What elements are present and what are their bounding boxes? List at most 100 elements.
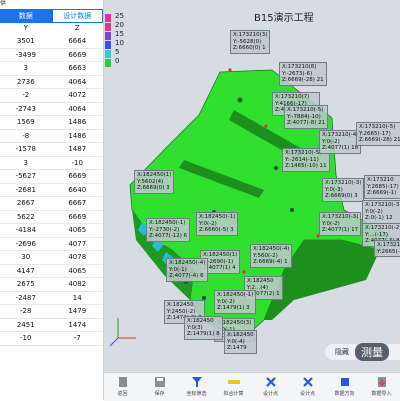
table-row[interactable]: -2696 4077 (0, 238, 103, 251)
tab-design-data[interactable]: 设计数据 (51, 9, 103, 23)
cell-z: 4064 (68, 104, 87, 113)
toolbar-item-data-direction[interactable]: 数据方向 (326, 373, 363, 401)
legend-swatch (105, 41, 111, 49)
cell-y: -28 (20, 307, 32, 315)
legend-swatch (105, 23, 111, 31)
marker-point[interactable] (242, 270, 246, 274)
measure-button[interactable]: 测量 (355, 343, 389, 361)
import-icon (377, 377, 386, 387)
cell-y: 2451 (16, 320, 35, 329)
column-header-y: Y (23, 24, 28, 32)
table-row[interactable]: -3499 6669 (0, 49, 103, 62)
cell-y: 4147 (16, 266, 35, 275)
hole (274, 166, 278, 170)
cell-y: -2487 (15, 293, 36, 302)
coordinate-label[interactable]: X:173210(3) Y:-5628(0) Z:6660(0) 1 (230, 30, 271, 54)
toolbar-label: 拟合计算 (223, 391, 244, 397)
toolbar-label: 设计点 (262, 391, 278, 397)
coordinate-label[interactable]: X:182450(-1) Y:-2730(-2) Z:4077(-12) 6 (146, 218, 191, 242)
legend-label: 10 (115, 39, 124, 47)
table-row[interactable]: 3 -10 (0, 157, 103, 170)
table-row[interactable]: -2 4072 (0, 89, 103, 103)
coordinate-label[interactable]: X:182450(-1) Y:0(-2) Z:6660(-5) 3 (196, 212, 239, 236)
cell-y: 2736 (16, 77, 35, 86)
coordinate-label[interactable]: X:182450(1) Y:5602(4) Z:6669(0) 3 (134, 170, 175, 194)
table-row[interactable]: 2736 4064 (0, 76, 103, 89)
table-row[interactable]: 4147 4065 (0, 265, 103, 278)
coordinate-label[interactable]: X:173210 Y:2685(-17) Z:6669(-1) (364, 175, 400, 199)
table-row[interactable]: -5627 6669 (0, 170, 103, 184)
legend-swatch (105, 50, 111, 58)
cell-y: 2675 (16, 280, 35, 288)
table-row[interactable]: 3501 6664 (0, 35, 103, 49)
coordinate-label[interactable]: X:173210 Y:2665(-1) (374, 240, 400, 257)
toolbar-label: 设计点 (299, 391, 315, 397)
coordinate-label[interactable]: X:182450(-1) Y:0(-2) Z:1479(1) 3 (214, 290, 257, 314)
cell-y: -2681 (15, 185, 36, 194)
toolbar-item-back[interactable]: 返回 (104, 373, 141, 401)
coordinate-label[interactable]: X:173210(-3) Y:0(-2) Z:4077(1) 17 (319, 212, 362, 236)
table-row[interactable]: 2675 4082 (0, 278, 103, 292)
coordinate-label[interactable]: X:182450 Y:0(3) Z:1479(1) 8 (184, 316, 223, 340)
toolbar-label: 数据导入 (371, 391, 392, 397)
coordinate-label[interactable]: X:182450(-4) Y:0(-1) Z:4077(-4) 6 (166, 258, 209, 282)
coordinate-label[interactable]: X:182450(-4) Y:560(-2) Z:6669(-4) 1 (250, 244, 293, 268)
column-header-z: Z (74, 24, 80, 32)
z-axis (109, 337, 119, 347)
measure-toggle[interactable]: 隐藏 测量 (325, 343, 400, 361)
cell-y: -8 (22, 131, 30, 140)
table-row[interactable]: -2487 14 (0, 292, 103, 305)
cell-y: 3501 (16, 37, 35, 45)
toolbar-item-design-point-1[interactable]: 设计点 (252, 373, 289, 401)
toolbar-item-filter[interactable]: 坐标筛选 (178, 373, 215, 401)
table-row[interactable]: -2743 4064 (0, 103, 103, 116)
tab-data[interactable]: 数据 (0, 9, 52, 23)
coordinate-label[interactable]: X:173210(-3) Y:0(-3) Z:6669(0) 3 (322, 178, 365, 202)
coordinate-label[interactable]: X:182450 Y:0(-4) Z:1479 (224, 330, 257, 354)
toolbar-item-import[interactable]: 数据导入 (363, 373, 400, 401)
cell-y: -2 (22, 91, 30, 99)
table-row[interactable]: -2681 6640 (0, 184, 103, 197)
hide-button[interactable]: 隐藏 (335, 347, 349, 357)
cell-z: 1486 (68, 118, 87, 126)
table-row[interactable]: -10 -7 (0, 332, 103, 346)
3d-viewport[interactable]: B15演示工程 25 20 15 10 5 0 X:173210(3) Y:-5… (104, 0, 400, 372)
table-row[interactable]: 2667 6667 (0, 197, 103, 211)
table-row[interactable]: 30 4078 (0, 251, 103, 265)
coordinate-label[interactable]: X:173210(8) Y:-2673(-6) Z:6669(-28) 21 (279, 62, 327, 86)
marker-point[interactable] (228, 68, 232, 72)
table-header: Y Z (0, 24, 103, 34)
bottom-toolbar: 返回 保存 坐标筛选 拟合计算 设计点 设计点 数据方向 数据导入 (104, 372, 400, 401)
table-row[interactable]: -4184 4065 (0, 224, 103, 238)
breadcrumb: 供 (0, 0, 7, 7)
table-row[interactable]: -28 1479 (0, 305, 103, 319)
cell-y: 3 (23, 158, 28, 167)
cell-z: 4082 (68, 280, 87, 288)
coordinate-label[interactable]: X:173210(-5) Y:2665(-17) Z:6669(-28) 21 (356, 122, 400, 146)
cell-z: 6669 (68, 50, 87, 59)
cell-z: 4064 (68, 77, 87, 86)
coordinate-label[interactable]: X:173210(-5) Y:-7884(-10) Z:4077(-8) 21 (284, 105, 329, 129)
cell-z: 4077 (68, 239, 87, 248)
marker-point[interactable] (264, 124, 268, 128)
delete-icon (302, 377, 313, 387)
cell-z: 6664 (68, 37, 87, 45)
table-row[interactable]: 5622 6669 (0, 211, 103, 224)
cell-y: 2667 (16, 199, 35, 207)
legend-label: 25 (115, 12, 124, 20)
cell-z: 1487 (68, 145, 87, 153)
cell-y: 1569 (16, 118, 35, 126)
back-icon (118, 377, 127, 387)
table-row[interactable]: 1569 1486 (0, 116, 103, 130)
cell-z: 4072 (68, 91, 87, 99)
table-row[interactable]: 3 6663 (0, 62, 103, 76)
toolbar-item-fit[interactable]: 拟合计算 (215, 373, 252, 401)
coordinate-label[interactable]: X:173210(-3) Y:0(-2) Z:0(-1) 12 (362, 200, 400, 224)
toolbar-item-save[interactable]: 保存 (141, 373, 178, 401)
table-row[interactable]: -8 1486 (0, 130, 103, 143)
toolbar-item-design-point-2[interactable]: 设计点 (289, 373, 326, 401)
toolbar-label: 坐标筛选 (186, 391, 207, 397)
table-row[interactable]: -1578 1487 (0, 143, 103, 157)
toolbar-label: 保存 (154, 391, 165, 397)
table-row[interactable]: 2451 1474 (0, 319, 103, 332)
